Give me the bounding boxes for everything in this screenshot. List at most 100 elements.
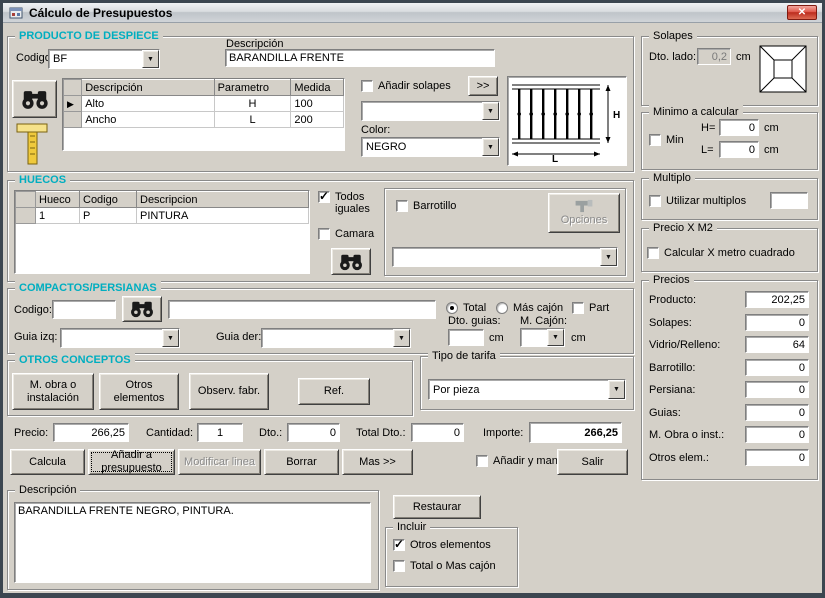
guia-izq-label: Guia izq: <box>14 331 57 344</box>
huecos-grid[interactable]: Hueco Codigo Descripcion 1 P PINTURA <box>14 190 310 274</box>
hueco-combo-button[interactable]: ▼ <box>600 248 617 266</box>
dto-label: Dto.: <box>259 427 282 440</box>
solapes-profile-combo[interactable]: ▼ <box>361 101 500 121</box>
close-icon: ✕ <box>798 8 806 18</box>
opciones-label: Opciones <box>561 214 607 227</box>
tipo-tarifa-title: Tipo de tarifa <box>428 349 500 363</box>
guia-der-combo-button[interactable]: ▼ <box>393 329 410 347</box>
barrotillo-checkbox[interactable]: Barrotillo <box>396 200 456 212</box>
calcula-button[interactable]: Calcula <box>10 449 85 475</box>
borrar-button[interactable]: Borrar <box>264 449 339 475</box>
precio-persiana-label: Persiana: <box>649 384 695 397</box>
buscar-producto-button[interactable] <box>12 80 57 118</box>
precio-barrotillo-field[interactable] <box>745 359 809 376</box>
precio-vidrio-label: Vidrio/Relleno: <box>649 339 720 352</box>
chevron-down-icon: ▼ <box>552 334 559 341</box>
current-row-icon: ▶ <box>67 99 74 109</box>
railing-drawing-icon: H L <box>508 77 624 163</box>
guia-der-combo[interactable]: ▼ <box>261 328 411 348</box>
descripcion-input[interactable] <box>225 49 495 67</box>
precio-mobra-field[interactable] <box>745 426 809 443</box>
app-window: Cálculo de Presupuestos ✕ PRODUCTO DE DE… <box>0 0 825 598</box>
m-obra-button[interactable]: M. obra o instalación <box>12 373 94 410</box>
m-cajon-combo[interactable]: ▼ <box>520 328 565 347</box>
cell-descripcion: PINTURA <box>137 208 309 224</box>
importe-field[interactable] <box>529 422 622 443</box>
precio-guias-label: Guias: <box>649 407 681 420</box>
precio-vidrio-field[interactable] <box>745 336 809 353</box>
huecos-title: HUECOS <box>15 173 70 187</box>
expand-solapes-button[interactable]: >> <box>468 76 498 96</box>
calcular-m2-checkbox[interactable]: Calcular X metro cuadrado <box>647 247 795 259</box>
compacto-codigo-field[interactable] <box>52 300 116 319</box>
precio-guias-field[interactable] <box>745 404 809 421</box>
dto-field[interactable] <box>287 423 340 442</box>
incluir-total-cajon-label: Total o Mas cajón <box>410 560 496 572</box>
medidas-grid[interactable]: Descripción Parametro Medida ▶ Alto H 10… <box>62 78 345 151</box>
barrotillo-label: Barrotillo <box>413 200 456 212</box>
precio-field[interactable] <box>53 423 129 442</box>
min-l-field[interactable] <box>719 141 759 158</box>
solapes-profile-button[interactable]: ▼ <box>482 102 499 120</box>
precio-producto-label: Producto: <box>649 294 696 307</box>
precio-m2-title: Precio X M2 <box>649 221 717 235</box>
restaurar-button[interactable]: Restaurar <box>393 495 481 519</box>
min-checkbox[interactable]: Min <box>649 134 684 146</box>
min-h-field[interactable] <box>719 119 759 136</box>
radio-circle <box>446 302 458 314</box>
total-radio[interactable]: Total <box>446 302 486 314</box>
m-cajon-label: M. Cajón: <box>520 315 567 328</box>
app-icon <box>8 5 24 21</box>
anadir-presupuesto-button[interactable]: Añadir a presupuesto <box>88 449 175 475</box>
hueco-combo[interactable]: ▼ <box>392 247 618 267</box>
modificar-linea-button[interactable]: Modificar linea <box>178 449 261 475</box>
camara-checkbox[interactable]: Camara <box>318 228 374 240</box>
codigo-combo[interactable]: BF ▼ <box>48 49 160 69</box>
color-combo-button[interactable]: ▼ <box>482 138 499 156</box>
tarifa-combo-button[interactable]: ▼ <box>608 380 625 399</box>
utilizar-multiplos-checkbox[interactable]: Utilizar multiplos <box>649 195 746 207</box>
m-cajon-combo-button[interactable]: ▼ <box>547 329 564 346</box>
medidas-row[interactable]: Ancho L 200 <box>64 112 344 128</box>
color-combo[interactable]: NEGRO ▼ <box>361 137 500 157</box>
compacto-descripcion-field[interactable] <box>168 300 436 319</box>
otros-elementos-button[interactable]: Otros elementos <box>99 373 179 410</box>
observ-fabr-button[interactable]: Observ. fabr. <box>189 373 269 410</box>
precio-otros-field[interactable] <box>745 449 809 466</box>
multiplo-field[interactable] <box>770 192 808 209</box>
guia-izq-combo-button[interactable]: ▼ <box>162 329 179 347</box>
anadir-solapes-checkbox[interactable]: Añadir solapes <box>361 80 451 92</box>
total-dto-field[interactable] <box>411 423 464 442</box>
binoculars-icon <box>20 89 50 110</box>
dto-guias-field[interactable] <box>448 329 484 346</box>
mas-cajon-radio[interactable]: Más cajón <box>496 302 563 314</box>
tarifa-combo[interactable]: Por pieza ▼ <box>428 379 626 400</box>
opciones-button[interactable]: Opciones <box>548 193 620 233</box>
descripcion-textarea[interactable]: BARANDILLA FRENTE NEGRO, PINTURA. <box>14 502 371 583</box>
part-checkbox[interactable]: Part <box>572 302 609 314</box>
chevron-down-icon: ▼ <box>613 386 620 393</box>
checkbox-box <box>396 200 408 212</box>
incluir-total-cajon-checkbox[interactable]: Total o Mas cajón <box>393 560 496 572</box>
header-parametro: Parametro <box>214 80 291 96</box>
buscar-compacto-button[interactable] <box>122 296 162 322</box>
buscar-hueco-button[interactable] <box>331 248 371 275</box>
tarifa-value: Por pieza <box>433 384 479 396</box>
product-preview: H L <box>507 76 627 166</box>
precio-persiana-field[interactable] <box>745 381 809 398</box>
mas-button[interactable]: Mas >> <box>342 449 413 475</box>
medidas-row[interactable]: ▶ Alto H 100 <box>64 96 344 112</box>
huecos-row[interactable]: 1 P PINTURA <box>16 208 309 224</box>
precio-producto-field[interactable] <box>745 291 809 308</box>
ref-button[interactable]: Ref. <box>298 378 370 405</box>
close-button[interactable]: ✕ <box>787 5 817 20</box>
cantidad-field[interactable] <box>197 423 243 442</box>
precio-solapes-field[interactable] <box>745 314 809 331</box>
binoculars-icon <box>338 253 364 271</box>
guia-izq-combo[interactable]: ▼ <box>60 328 180 348</box>
titlebar[interactable]: Cálculo de Presupuestos ✕ <box>3 3 822 23</box>
codigo-combo-button[interactable]: ▼ <box>142 50 159 68</box>
incluir-otros-checkbox[interactable]: Otros elementos <box>393 539 491 551</box>
salir-button[interactable]: Salir <box>557 449 628 475</box>
todos-iguales-checkbox[interactable]: Todos iguales <box>318 191 382 215</box>
